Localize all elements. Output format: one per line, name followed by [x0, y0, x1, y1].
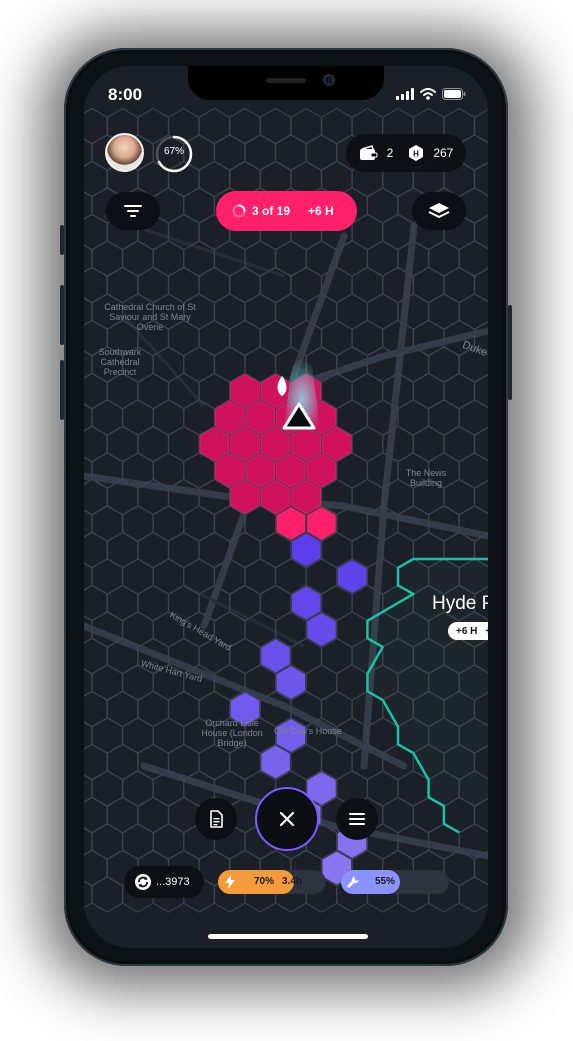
cellular-signal-icon	[396, 88, 414, 100]
home-indicator	[208, 934, 368, 939]
token-label: ...3973	[156, 876, 190, 888]
sync-icon	[135, 874, 151, 890]
hunt-hours-label: +6 H	[308, 204, 334, 218]
filter-button[interactable]	[106, 192, 160, 230]
resource-a-count: 2	[386, 146, 394, 160]
user-avatar[interactable]	[105, 133, 144, 172]
map-label-orchard-lisle: Orchard Lisle House (London Bridge)	[201, 718, 263, 748]
wrench-icon	[341, 870, 365, 894]
menu-button[interactable]	[336, 798, 378, 840]
hunt-progress-pill[interactable]: 3 of 19 +6 H	[216, 191, 357, 231]
lightning-icon	[218, 870, 242, 894]
close-icon	[279, 811, 295, 827]
document-button[interactable]	[195, 798, 237, 840]
status-icons	[396, 88, 466, 100]
zone-badge-extra: +	[485, 626, 488, 637]
map-label-news-building: The News Building	[405, 468, 447, 488]
hunt-progress-label: 3 of 19	[252, 204, 291, 218]
map-label-old-guys: Old Guy's House	[274, 726, 342, 736]
phone-mute-switch	[60, 225, 64, 255]
resource-b-count: 267	[433, 146, 454, 160]
filter-icon	[124, 205, 142, 217]
loading-spinner-icon	[232, 204, 246, 218]
energy-meter[interactable]: 70% 3.4h	[218, 870, 326, 894]
token-pill[interactable]: ...3973	[124, 866, 204, 898]
wifi-icon	[420, 88, 436, 100]
energy-percent: 70%	[254, 876, 275, 887]
layers-button[interactable]	[412, 192, 466, 230]
document-icon	[210, 810, 223, 828]
layers-icon	[428, 203, 450, 218]
level-progress-ring[interactable]: 67%	[154, 134, 194, 174]
stop-hunt-button[interactable]	[255, 787, 319, 851]
wallet-icon	[359, 145, 378, 160]
zone-hours-badge: +6 H +	[448, 622, 488, 640]
speaker-grille	[266, 78, 306, 83]
battery-icon	[442, 88, 466, 100]
front-camera	[323, 74, 335, 86]
svg-text:H: H	[413, 150, 419, 159]
zone-title[interactable]: Hyde P	[432, 593, 488, 615]
phone-volume-down	[60, 360, 64, 420]
menu-icon	[349, 813, 365, 825]
map-label-cathedral: Cathedral Church of St Saviour and St Ma…	[104, 302, 196, 332]
device-notch	[188, 66, 384, 100]
level-progress-label: 67%	[163, 146, 184, 157]
durability-meter[interactable]: 55%	[341, 870, 449, 894]
zone-badge-hours: +6 H	[456, 625, 478, 637]
map-label-southwark: Southwark Cathedral Precinct	[98, 347, 142, 377]
status-time: 8:00	[108, 85, 143, 104]
phone-volume-up	[60, 285, 64, 345]
resources-pill[interactable]: 2 H 267	[346, 134, 466, 172]
app-screen: Cathedral Church of St Saviour and St Ma…	[84, 66, 488, 948]
phone-power-button	[508, 305, 512, 400]
energy-time: 3.4h	[282, 876, 303, 887]
hex-token-icon: H	[409, 145, 424, 161]
durability-percent: 55%	[375, 876, 396, 887]
